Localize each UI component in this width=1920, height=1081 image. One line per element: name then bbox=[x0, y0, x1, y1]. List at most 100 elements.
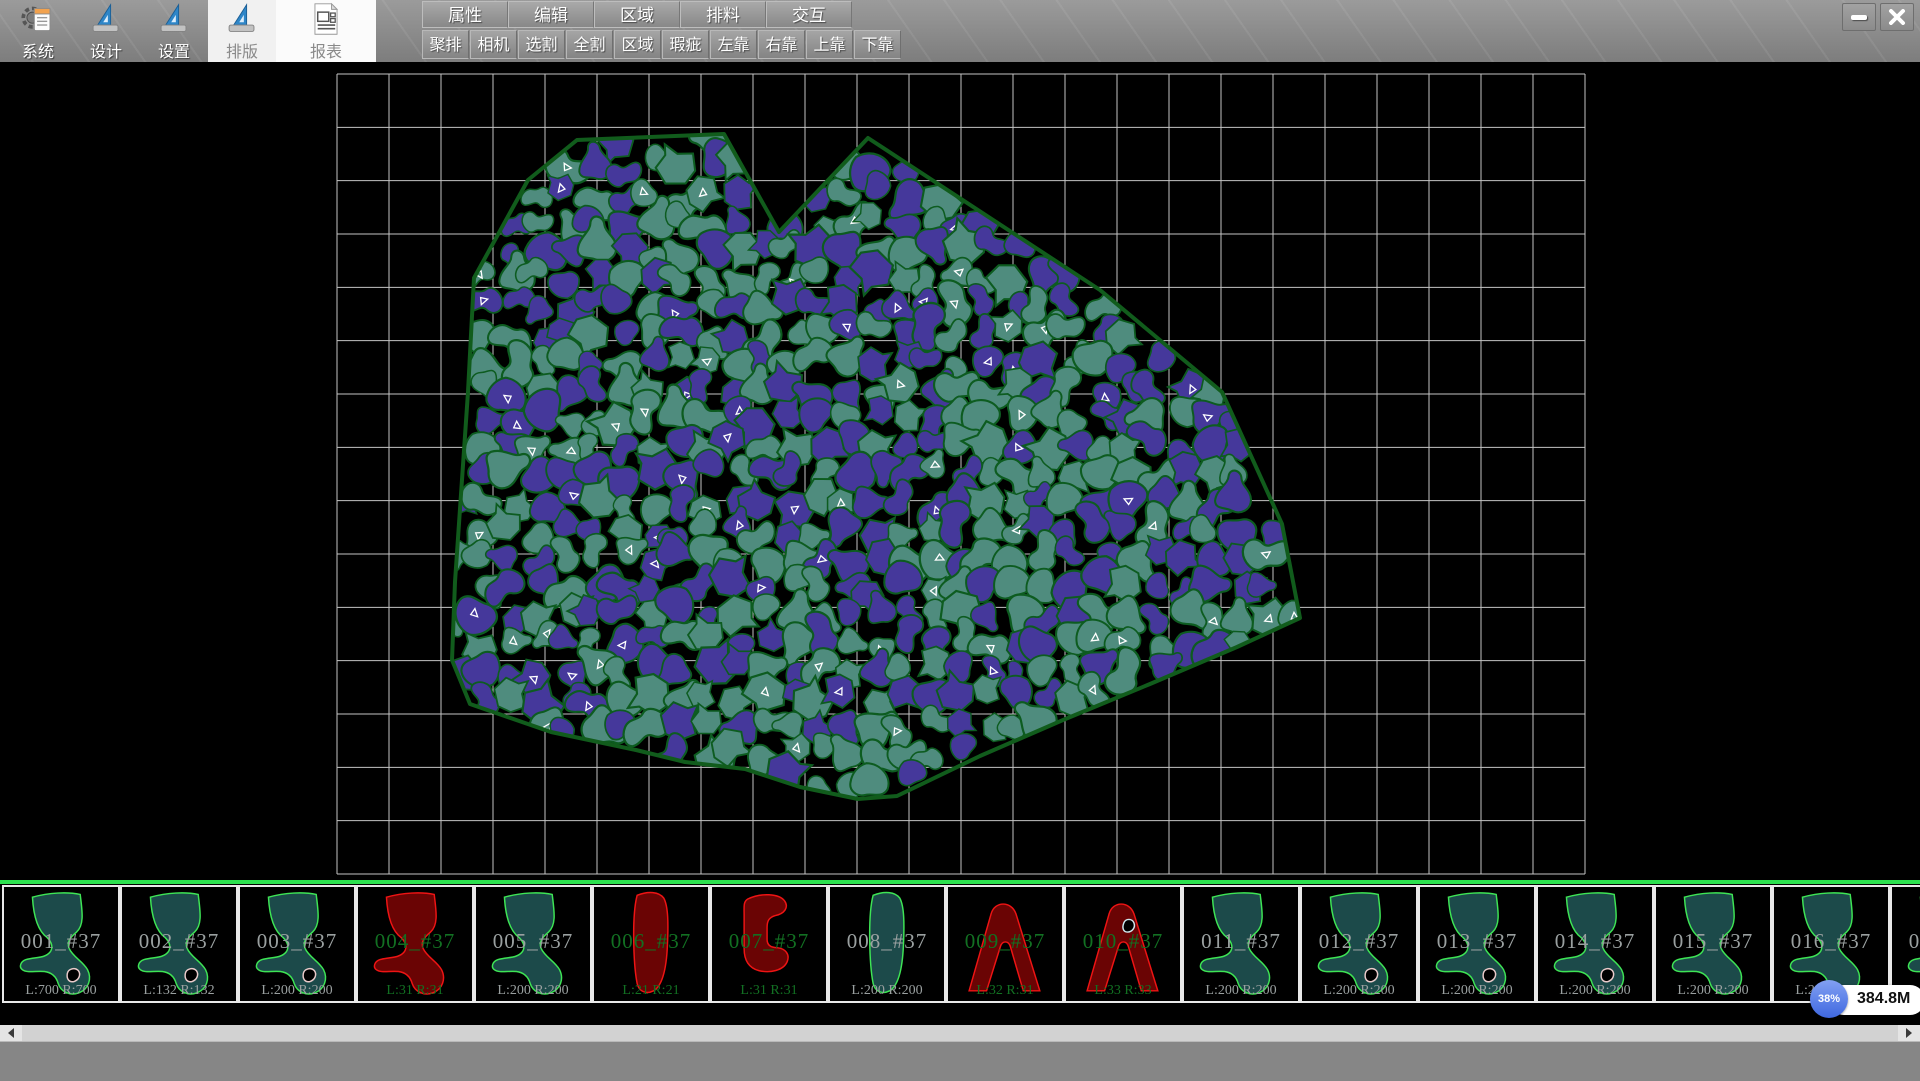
piece-thumbnail-008[interactable]: 008_#37 L:200 R:200 bbox=[828, 885, 946, 1003]
tool-snap-top-button[interactable]: 上靠 bbox=[806, 30, 853, 59]
nav-design-label: 设计 bbox=[90, 38, 122, 62]
piece-id-label: 014_#37 bbox=[1538, 929, 1652, 954]
piece-lr-count-label: L:32 R:31 bbox=[948, 983, 1062, 999]
piece-id-label: 010_#37 bbox=[1066, 929, 1180, 954]
set-square-icon bbox=[223, 2, 261, 37]
piece-lr-count-label: L:200 R:200 bbox=[240, 983, 354, 999]
piece-thumbnail-005[interactable]: 005_#37 L:200 R:200 bbox=[474, 885, 592, 1003]
menu-area: 属性编辑区域排料交互 聚排相机选割全割区域瑕疵左靠右靠上靠下靠 bbox=[422, 0, 902, 60]
scroll-left-button[interactable] bbox=[0, 1025, 22, 1041]
piece-thumbnail-013[interactable]: 013_#37 L:200 R:200 bbox=[1418, 885, 1536, 1003]
piece-thumbnail-006[interactable]: 006_#37L:21 R:21 bbox=[592, 885, 710, 1003]
nav-report-button[interactable]: 报表 bbox=[276, 0, 376, 62]
piece-lr-count-label: L:132 R:132 bbox=[122, 983, 236, 999]
tool-select-cut-button[interactable]: 选割 bbox=[518, 30, 565, 59]
tool-defect-button[interactable]: 瑕疵 bbox=[662, 30, 709, 59]
piece-thumbnail-001[interactable]: 001_#37 L:700 R:700 bbox=[2, 885, 120, 1003]
piece-lr-count-label: L:200 R:200 bbox=[1538, 983, 1652, 999]
tool-region-button[interactable]: 区域 bbox=[614, 30, 661, 59]
nav-icon-bar: 系统 设计 设置 排版 bbox=[4, 0, 376, 62]
nested-piece bbox=[613, 318, 642, 347]
piece-id-label: 013_#37 bbox=[1420, 929, 1534, 954]
piece-id-label: 012_#37 bbox=[1302, 929, 1416, 954]
piece-id-label: 002_#37 bbox=[122, 929, 236, 954]
menu-tab-region[interactable]: 区域 bbox=[594, 1, 680, 28]
tool-snap-bottom-button[interactable]: 下靠 bbox=[854, 30, 901, 59]
menu-tab-interact[interactable]: 交互 bbox=[766, 1, 852, 28]
piece-thumbnail-007[interactable]: 007_#37L:31 R:31 bbox=[710, 885, 828, 1003]
piece-lr-count-label: L:200 R:200 bbox=[1184, 983, 1298, 999]
horizontal-scrollbar[interactable] bbox=[0, 1025, 1920, 1041]
tool-snap-right-button[interactable]: 右靠 bbox=[758, 30, 805, 59]
menu-tab-row: 属性编辑区域排料交互 bbox=[422, 1, 902, 29]
scroll-right-button[interactable] bbox=[1898, 1025, 1920, 1041]
piece-id-label: 007_#37 bbox=[712, 929, 826, 954]
scroll-left-icon bbox=[8, 1028, 14, 1038]
piece-lr-count-label: L:200 R:200 bbox=[1302, 983, 1416, 999]
tool-cut-all-button[interactable]: 全割 bbox=[566, 30, 613, 59]
thumbnail-row: 001_#37L:700 R:700002_#37L:132 R:132003_… bbox=[2, 885, 1920, 1003]
piece-hole bbox=[1365, 969, 1378, 982]
piece-lr-count-label: L:200 R:200 bbox=[476, 983, 590, 999]
piece-hole bbox=[1601, 969, 1614, 982]
piece-id-label: 017_#37 bbox=[1892, 929, 1920, 954]
window-controls bbox=[1842, 3, 1914, 31]
tool-snap-left-button[interactable]: 左靠 bbox=[710, 30, 757, 59]
piece-hole bbox=[67, 969, 80, 982]
nested-piece bbox=[972, 675, 1001, 705]
menu-tab-properties[interactable]: 属性 bbox=[422, 1, 508, 28]
nesting-layout-view bbox=[0, 62, 1920, 880]
piece-lr-count-label: L:200 R:200 bbox=[1656, 983, 1770, 999]
menu-tab-edit[interactable]: 编辑 bbox=[508, 1, 594, 28]
piece-thumbnail-015[interactable]: 015_#37L:200 R:200 bbox=[1654, 885, 1772, 1003]
minimize-button[interactable] bbox=[1842, 3, 1876, 31]
nav-system-label: 系统 bbox=[22, 38, 54, 62]
piece-id-label: 001_#37 bbox=[4, 929, 118, 954]
nav-design-button[interactable]: 设计 bbox=[72, 0, 140, 62]
piece-thumbnail-bar: 001_#37L:700 R:700002_#37L:132 R:132003_… bbox=[0, 880, 1920, 1025]
nav-report-label: 报表 bbox=[310, 38, 342, 62]
menu-tab-nesting[interactable]: 排料 bbox=[680, 1, 766, 28]
piece-id-label: 005_#37 bbox=[476, 929, 590, 954]
main-toolbar: 系统 设计 设置 排版 bbox=[0, 0, 1920, 63]
tool-camera-button[interactable]: 相机 bbox=[470, 30, 517, 59]
gear-document-icon bbox=[19, 2, 57, 37]
nav-layout-button-active[interactable]: 排版 bbox=[208, 0, 276, 62]
piece-thumbnail-010[interactable]: 010_#37 L:33 R:33 bbox=[1064, 885, 1182, 1003]
piece-id-label: 003_#37 bbox=[240, 929, 354, 954]
piece-lr-count-label: L:31 R:31 bbox=[358, 983, 472, 999]
nav-settings-label: 设置 bbox=[158, 38, 190, 62]
piece-thumbnail-009[interactable]: 009_#37 L:32 R:31 bbox=[946, 885, 1064, 1003]
nav-system-button[interactable]: 系统 bbox=[4, 0, 72, 62]
piece-thumbnail-012[interactable]: 012_#37 L:200 R:200 bbox=[1300, 885, 1418, 1003]
piece-thumbnail-002[interactable]: 002_#37 L:132 R:132 bbox=[120, 885, 238, 1003]
tool-cluster-nest-button[interactable]: 聚排 bbox=[422, 30, 469, 59]
piece-lr-count-label: L:700 R:700 bbox=[4, 983, 118, 999]
piece-id-label: 016_#37 bbox=[1774, 929, 1888, 954]
progress-percent-badge[interactable]: 38% bbox=[1810, 980, 1848, 1018]
piece-lr-count-label: L:200 R:200 bbox=[1420, 983, 1534, 999]
piece-id-label: 008_#37 bbox=[830, 929, 944, 954]
piece-id-label: 009_#37 bbox=[948, 929, 1062, 954]
nav-layout-label: 排版 bbox=[226, 38, 258, 62]
piece-lr-count-label: L:200 R:200 bbox=[830, 983, 944, 999]
piece-lr-count-label: L:21 R:21 bbox=[594, 983, 708, 999]
piece-lr-count-label: L:33 R:33 bbox=[1066, 983, 1180, 999]
piece-thumbnail-003[interactable]: 003_#37 L:200 R:200 bbox=[238, 885, 356, 1003]
progress-percent-value: 38% bbox=[1818, 993, 1840, 1005]
report-document-icon bbox=[307, 2, 345, 37]
nav-settings-button[interactable]: 设置 bbox=[140, 0, 208, 62]
nested-piece bbox=[752, 594, 780, 621]
piece-thumbnail-004[interactable]: 004_#37 L:31 R:31 bbox=[356, 885, 474, 1003]
nesting-canvas[interactable] bbox=[0, 62, 1920, 880]
nested-pieces bbox=[439, 112, 1316, 808]
close-button[interactable] bbox=[1880, 3, 1914, 31]
piece-hole bbox=[185, 969, 198, 982]
piece-id-label: 004_#37 bbox=[358, 929, 472, 954]
piece-thumbnail-014[interactable]: 014_#37 L:200 R:200 bbox=[1536, 885, 1654, 1003]
piece-id-label: 011_#37 bbox=[1184, 929, 1298, 954]
piece-thumbnail-011[interactable]: 011_#37 L:200 R:200 bbox=[1182, 885, 1300, 1003]
minimize-icon bbox=[1851, 15, 1867, 20]
close-icon bbox=[1888, 9, 1906, 25]
set-square-icon bbox=[87, 2, 125, 37]
